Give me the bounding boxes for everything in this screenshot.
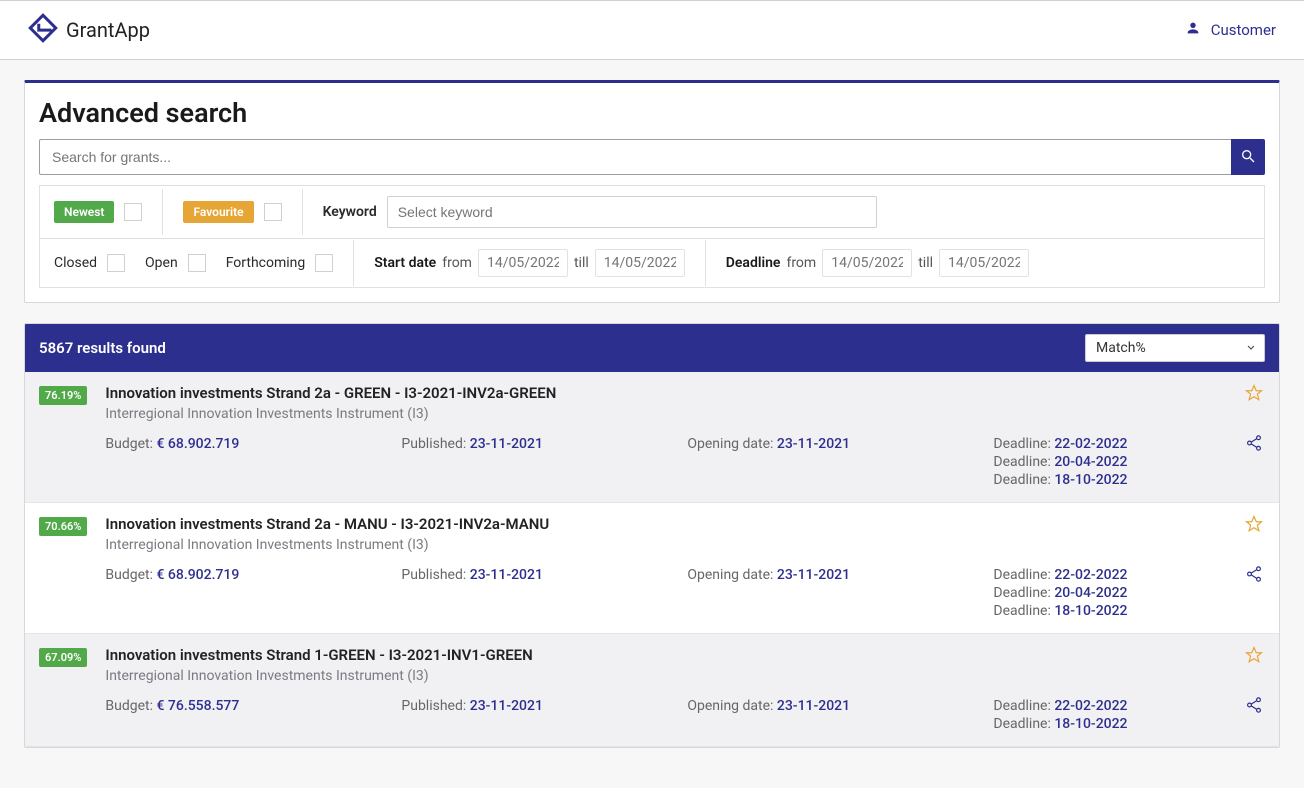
forthcoming-label: Forthcoming	[226, 255, 306, 271]
result-budget: Budget: € 68.902.719	[105, 436, 395, 488]
start-from-label: from	[442, 255, 472, 271]
match-badge: 67.09%	[39, 646, 87, 667]
favourite-star-icon[interactable]	[1245, 384, 1263, 406]
start-date-till-input[interactable]	[595, 249, 685, 277]
start-till-label: till	[574, 255, 589, 271]
keyword-select[interactable]	[387, 196, 877, 228]
result-deadline: Deadline: 18-10-2022	[993, 472, 1225, 488]
result-subtitle: Interregional Innovation Investments Ins…	[105, 537, 1225, 553]
result-published: Published: 23-11-2021	[401, 567, 681, 619]
filters-panel: Newest Favourite Keyword	[39, 185, 1265, 288]
user-icon	[1185, 20, 1201, 40]
result-published: Published: 23-11-2021	[401, 698, 681, 732]
page-title: Advanced search	[25, 83, 1279, 139]
results-card: 5867 results found Match% 76.19% Innovati…	[24, 323, 1280, 748]
result-deadline: Deadline: 22-02-2022	[993, 436, 1225, 452]
result-budget: Budget: € 68.902.719	[105, 567, 395, 619]
result-deadline: Deadline: 20-04-2022	[993, 454, 1225, 470]
search-input[interactable]	[39, 139, 1231, 175]
deadline-till-label: till	[918, 255, 933, 271]
result-title[interactable]: Innovation investments Strand 2a - GREEN…	[105, 384, 1225, 402]
favourite-star-icon[interactable]	[1245, 646, 1263, 668]
match-badge: 76.19%	[39, 384, 87, 405]
result-subtitle: Interregional Innovation Investments Ins…	[105, 668, 1225, 684]
result-item[interactable]: 76.19% Innovation investments Strand 2a -…	[25, 372, 1279, 503]
closed-label: Closed	[54, 255, 97, 271]
start-date-from-input[interactable]	[478, 249, 568, 277]
user-label: Customer	[1211, 21, 1276, 39]
brand[interactable]: GrantApp	[28, 13, 150, 47]
start-date-label: Start date	[374, 255, 436, 271]
brand-logo-icon	[28, 13, 58, 47]
closed-checkbox[interactable]	[107, 254, 125, 272]
deadline-from-input[interactable]	[822, 249, 912, 277]
result-deadline: Deadline: 18-10-2022	[993, 603, 1225, 619]
deadline-label: Deadline	[726, 255, 781, 271]
result-deadline: Deadline: 20-04-2022	[993, 585, 1225, 601]
results-list: 76.19% Innovation investments Strand 2a -…	[25, 372, 1279, 747]
match-badge: 70.66%	[39, 515, 87, 536]
advanced-search-card: Advanced search Newest	[24, 80, 1280, 303]
favourite-checkbox[interactable]	[264, 203, 282, 221]
results-count: 5867 results found	[39, 339, 166, 357]
open-checkbox[interactable]	[188, 254, 206, 272]
results-header: 5867 results found Match%	[25, 324, 1279, 372]
keyword-label: Keyword	[323, 204, 377, 220]
user-menu[interactable]: Customer	[1185, 20, 1276, 40]
top-bar: GrantApp Customer	[0, 0, 1304, 60]
forthcoming-checkbox[interactable]	[315, 254, 333, 272]
result-deadline: Deadline: 22-02-2022	[993, 567, 1225, 583]
favourite-star-icon[interactable]	[1245, 515, 1263, 537]
result-deadlines: Deadline: 22-02-2022 Deadline: 18-10-2022	[993, 698, 1225, 732]
newest-checkbox[interactable]	[124, 203, 142, 221]
share-icon[interactable]	[1245, 434, 1263, 456]
result-budget: Budget: € 76.558.577	[105, 698, 395, 732]
result-item[interactable]: 67.09% Innovation investments Strand 1-GR…	[25, 634, 1279, 747]
deadline-from-label: from	[786, 255, 816, 271]
search-button[interactable]	[1231, 139, 1265, 175]
deadline-till-input[interactable]	[939, 249, 1029, 277]
search-icon	[1240, 148, 1256, 167]
result-title[interactable]: Innovation investments Strand 1-GREEN - …	[105, 646, 1225, 664]
result-opening: Opening date: 23-11-2021	[687, 567, 987, 619]
share-icon[interactable]	[1245, 565, 1263, 587]
brand-name: GrantApp	[66, 18, 150, 42]
result-item[interactable]: 70.66% Innovation investments Strand 2a -…	[25, 503, 1279, 634]
result-deadline: Deadline: 18-10-2022	[993, 716, 1225, 732]
result-deadlines: Deadline: 22-02-2022 Deadline: 20-04-2022…	[993, 567, 1225, 619]
result-deadlines: Deadline: 22-02-2022 Deadline: 20-04-2022…	[993, 436, 1225, 488]
result-published: Published: 23-11-2021	[401, 436, 681, 488]
open-label: Open	[145, 255, 178, 271]
result-opening: Opening date: 23-11-2021	[687, 436, 987, 488]
sort-select[interactable]: Match%	[1085, 334, 1265, 362]
newest-pill: Newest	[54, 201, 114, 223]
result-opening: Opening date: 23-11-2021	[687, 698, 987, 732]
favourite-pill: Favourite	[183, 201, 253, 223]
result-subtitle: Interregional Innovation Investments Ins…	[105, 406, 1225, 422]
result-deadline: Deadline: 22-02-2022	[993, 698, 1225, 714]
result-title[interactable]: Innovation investments Strand 2a - MANU …	[105, 515, 1225, 533]
